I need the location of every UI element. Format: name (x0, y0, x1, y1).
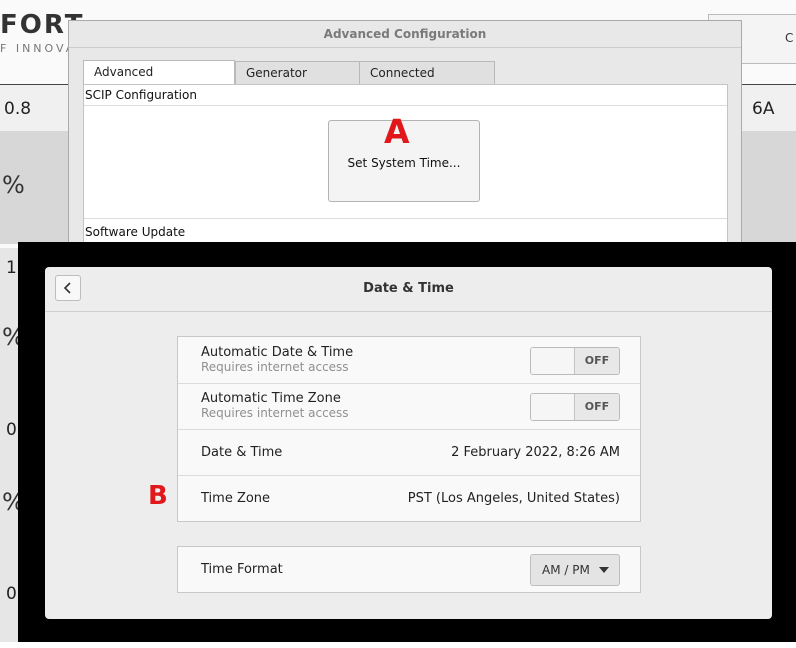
bottom-strip (0, 642, 796, 648)
date-time-window: Date & Time Automatic Date & Time Requir… (45, 267, 772, 619)
tab-panel: SCIP Configuration Set System Time... So… (83, 84, 728, 244)
row-value-right: 6A (752, 99, 775, 119)
caret-down-icon (599, 567, 609, 573)
app-logo-subtitle: F INNOVA (0, 42, 77, 55)
row-value-left: 1 (6, 258, 17, 278)
date-time-header: Date & Time (45, 267, 772, 312)
automatic-date-time-row: Automatic Date & Time Requires internet … (178, 337, 640, 384)
tab-generator-settings[interactable]: Generator Settings (235, 61, 360, 103)
time-format-dropdown[interactable]: AM / PM (530, 554, 620, 586)
automatic-date-time-label: Automatic Date & Time (201, 345, 354, 360)
tab-advanced-configuration[interactable]: Advanced Configuration (83, 60, 235, 102)
date-time-settings-card: Automatic Date & Time Requires internet … (177, 336, 641, 522)
set-system-time-label: Set System Time... (347, 156, 461, 170)
automatic-time-zone-toggle[interactable]: OFF (530, 393, 620, 421)
section-software-update: Software Update (85, 225, 186, 239)
tab-connected-sensors[interactable]: Connected Sensors (359, 61, 495, 103)
date-time-row[interactable]: Date & Time 2 February 2022, 8:26 AM (178, 429, 640, 476)
section-scip-configuration: SCIP Configuration (85, 88, 197, 102)
divider (84, 218, 727, 219)
page-title: Date & Time (363, 281, 454, 296)
dialog-title: Advanced Configuration (69, 21, 741, 48)
date-time-label: Date & Time (201, 445, 283, 460)
annotation-marker-a: A (384, 112, 410, 151)
time-zone-row[interactable]: Time Zone PST (Los Angeles, United State… (178, 475, 640, 521)
automatic-time-zone-label: Automatic Time Zone (201, 391, 341, 406)
date-time-value: 2 February 2022, 8:26 AM (451, 445, 620, 460)
time-format-selected: AM / PM (542, 563, 590, 577)
toggle-knob (531, 348, 575, 374)
time-format-label: Time Format (201, 562, 283, 577)
percent-label: % (2, 171, 25, 199)
toggle-state: OFF (575, 394, 619, 420)
row-value-left: 0.8 (4, 99, 32, 119)
row-value-left: 0 (6, 420, 17, 440)
automatic-date-time-subtitle: Requires internet access (201, 360, 349, 374)
divider (84, 105, 727, 106)
automatic-time-zone-subtitle: Requires internet access (201, 406, 349, 420)
automatic-date-time-toggle[interactable]: OFF (530, 347, 620, 375)
time-zone-value: PST (Los Angeles, United States) (407, 491, 620, 506)
toggle-knob (531, 394, 575, 420)
time-zone-label: Time Zone (201, 491, 271, 506)
time-format-row: Time Format AM / PM (178, 547, 640, 592)
row-value-left: 0 (6, 584, 17, 604)
time-format-card: Time Format AM / PM (177, 546, 641, 593)
toggle-state: OFF (575, 348, 619, 374)
automatic-time-zone-row: Automatic Time Zone Requires internet ac… (178, 383, 640, 430)
background-left-strip: 1 % 0 % 0 (0, 248, 25, 648)
top-right-text: C (785, 31, 794, 45)
annotation-marker-b: B (148, 481, 168, 511)
